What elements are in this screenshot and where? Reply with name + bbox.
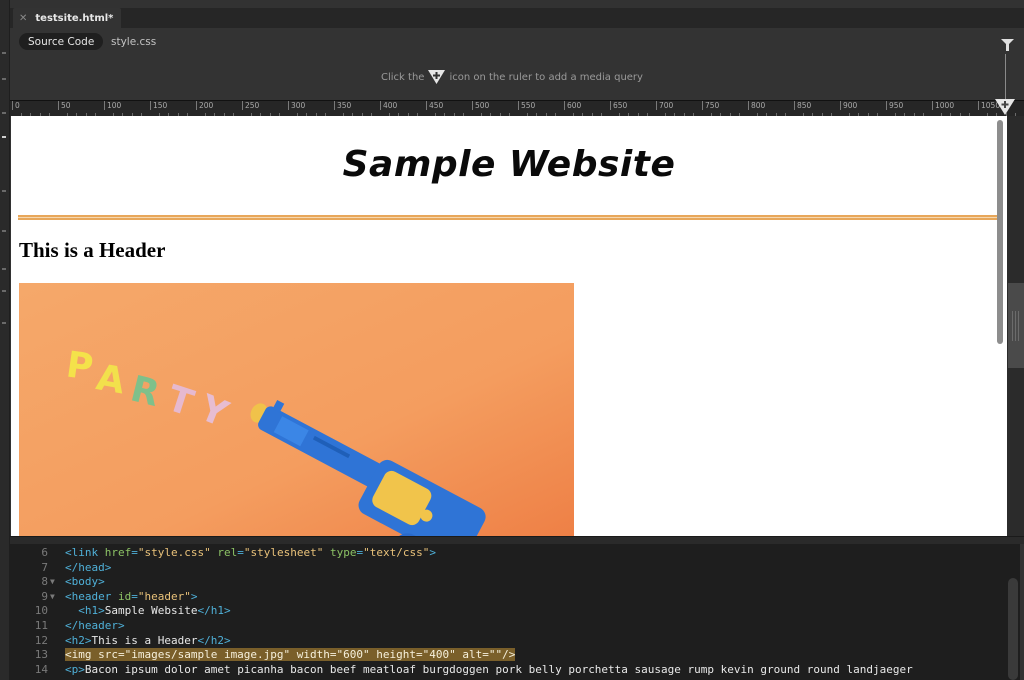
ruler-label: 800 [748, 101, 765, 110]
file-style-css[interactable]: style.css [102, 33, 165, 50]
header-border [18, 215, 1000, 220]
view-splitter[interactable] [10, 536, 1024, 544]
line-number: 10 [34, 604, 48, 618]
ruler-label: 700 [656, 101, 673, 110]
ruler-label: 900 [840, 101, 857, 110]
code-line[interactable]: 9 ▼ <header id="header"> [10, 590, 1010, 605]
code-text: <h2>This is a Header</h2> [65, 633, 231, 647]
code-text: </header> [65, 619, 125, 632]
toolbar-tool-icon[interactable] [2, 78, 6, 80]
ruler-label: 250 [242, 101, 259, 110]
code-line[interactable]: 8 ▼ <body> [10, 575, 1010, 590]
toolbar-tool-icon[interactable] [2, 230, 6, 232]
code-view-scrollbar[interactable] [1008, 578, 1018, 680]
code-text: </head> [65, 560, 112, 574]
grip-line [1018, 311, 1019, 341]
code-line[interactable]: 7 </head> [10, 561, 1010, 576]
media-query-bar: Click the icon on the ruler to add a med… [10, 54, 1024, 100]
line-number: 7 [41, 560, 48, 574]
ruler-label: 950 [886, 101, 903, 110]
sample-image[interactable]: P A R T Y [19, 283, 574, 536]
grip-line [1012, 311, 1013, 341]
ruler-label: 550 [518, 101, 535, 110]
toolbar-tool-icon[interactable] [2, 322, 6, 324]
code-text: <img src="images/sample image.jpg" width… [65, 648, 516, 662]
site-title-h1: Sample Website [342, 144, 676, 185]
ruler-label: 500 [472, 101, 489, 110]
ruler-label: 650 [610, 101, 627, 110]
line-number: 9 [41, 589, 48, 603]
toolbar-tool-icon[interactable] [2, 190, 6, 192]
toolbar-tool-icon[interactable] [2, 290, 6, 292]
site-header-h2: This is a Header [19, 238, 166, 262]
ruler-label: 50 [58, 101, 71, 110]
code-line[interactable]: 12 <h2>This is a Header</h2> [10, 634, 1010, 649]
fold-arrow-icon[interactable]: ▼ [50, 590, 55, 605]
ruler-label: 300 [288, 101, 305, 110]
left-toolbar [0, 0, 10, 680]
fold-arrow-icon[interactable]: ▼ [50, 575, 55, 590]
ruler-label: 350 [334, 101, 351, 110]
line-number: 12 [34, 633, 48, 647]
ruler-label: 600 [564, 101, 581, 110]
code-line[interactable]: 11 </header> [10, 619, 1010, 634]
document-tab[interactable]: ✕ testsite.html* [13, 8, 122, 28]
ruler-label: 100 [104, 101, 121, 110]
letter-p: P [64, 344, 96, 388]
media-query-handle-icon[interactable] [995, 99, 1015, 115]
ruler-label: 450 [426, 101, 443, 110]
code-text: <body> [65, 575, 105, 589]
ruler-label: 150 [150, 101, 167, 110]
ruler-label: 1000 [932, 101, 954, 110]
hint-text-before: Click the [381, 71, 425, 83]
code-text: <p>Bacon ipsum dolor amet picanha bacon … [65, 662, 913, 676]
ruler-label: 0 [12, 101, 20, 110]
related-files-bar: Source Code style.css [10, 28, 1024, 54]
toolbar-tool-icon[interactable] [2, 112, 6, 114]
panel-resize-handle[interactable] [1008, 283, 1024, 368]
live-view-scrollbar[interactable] [997, 120, 1003, 344]
hint-text-after: icon on the ruler to add a media query [449, 71, 643, 83]
grip-line [1015, 311, 1016, 341]
code-line[interactable]: 14 <p>Bacon ipsum dolor amet picanha baco… [10, 663, 1010, 678]
code-text: <h1>Sample Website</h1> [78, 604, 231, 618]
toolbar-tool-icon[interactable] [2, 136, 6, 138]
dreamweaver-window: ✕ testsite.html* Source Code style.css C… [0, 0, 1024, 680]
code-text: <header id="header"> [65, 589, 198, 603]
toolbar-tool-icon[interactable] [2, 268, 6, 270]
line-number: 8 [41, 575, 48, 589]
media-query-hint: Click the icon on the ruler to add a med… [10, 70, 1014, 84]
ruler[interactable]: 0 50 100 150 200 250 300 350 400 450 500 550 600 650 7… [10, 100, 1024, 116]
add-media-query-icon [428, 70, 446, 84]
code-line[interactable]: 13 <img src="images/sample image.jpg" wid… [10, 648, 1010, 663]
live-view[interactable]: Sample Website This is a Header P A R T [11, 116, 1007, 536]
line-number: 14 [34, 662, 48, 676]
line-number: 13 [34, 648, 48, 662]
party-gun-illustration: P A R T Y [19, 283, 574, 536]
code-line[interactable]: 10 <h1>Sample Website</h1> [10, 604, 1010, 619]
media-query-guide-line [1005, 54, 1006, 100]
document-tab-bar: ✕ testsite.html* [10, 8, 1024, 28]
line-number: 6 [41, 546, 48, 559]
file-source-code[interactable]: Source Code [19, 33, 104, 50]
document-tab-label: testsite.html* [35, 12, 114, 24]
ruler-label: 850 [794, 101, 811, 110]
filter-icon[interactable] [1001, 39, 1014, 51]
toolbar-tool-icon[interactable] [2, 52, 6, 54]
ruler-label: 750 [702, 101, 719, 110]
ruler-label: 200 [196, 101, 213, 110]
code-line[interactable]: 6 <link href="style.css" rel="stylesheet"… [10, 546, 1010, 561]
close-icon[interactable]: ✕ [19, 13, 27, 24]
line-number: 11 [34, 619, 48, 632]
ruler-label: 400 [380, 101, 397, 110]
code-view[interactable]: 6 <link href="style.css" rel="stylesheet"… [10, 544, 1020, 680]
code-text: <link href="style.css" rel="stylesheet" … [65, 546, 436, 559]
title-strip [10, 0, 1024, 8]
